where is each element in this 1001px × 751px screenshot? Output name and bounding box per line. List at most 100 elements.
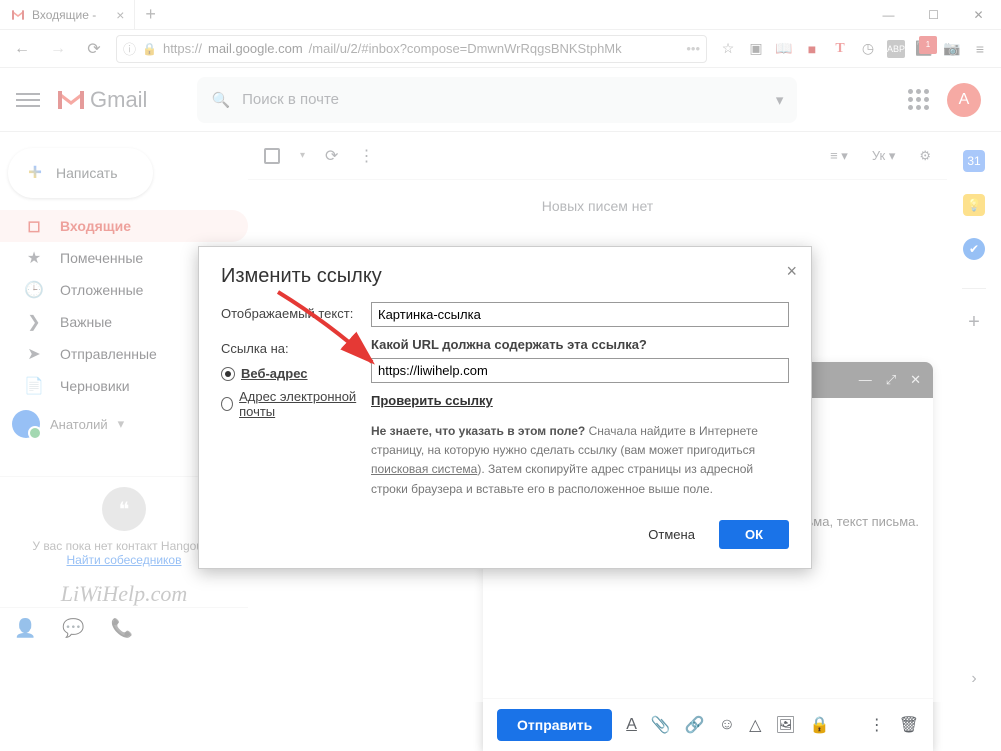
- radio-web[interactable]: Веб-адрес: [221, 366, 371, 381]
- no-mail-text: Новых писем нет: [248, 180, 947, 232]
- ext-icon-2[interactable]: 📖: [775, 40, 793, 58]
- gmail-logo-text: Gmail: [90, 87, 147, 113]
- radio-web-label: Веб-адрес: [241, 366, 308, 381]
- refresh-button[interactable]: ⟳: [325, 146, 338, 166]
- side-collapse-icon[interactable]: ›: [971, 670, 976, 688]
- compose-minimize-icon[interactable]: —: [859, 372, 872, 388]
- address-bar[interactable]: ⓘ 🔒 https://mail.google.com/mail/u/2/#in…: [116, 35, 707, 63]
- ext-icon-5[interactable]: ◷: [859, 40, 877, 58]
- hangouts-text: У вас пока нет контакт Hangouts.: [20, 539, 228, 553]
- url-bar: ← → ⟳ ⓘ 🔒 https://mail.google.com/mail/u…: [0, 30, 1001, 68]
- cancel-button[interactable]: Отмена: [638, 519, 705, 550]
- attach-icon[interactable]: 📎: [651, 715, 671, 735]
- inbox-icon: ◻: [24, 216, 44, 236]
- keep-icon[interactable]: 💡: [963, 194, 985, 216]
- side-divider: [962, 288, 986, 289]
- search-options-icon[interactable]: ▾: [776, 91, 784, 109]
- compose-close-icon[interactable]: ✕: [910, 372, 921, 388]
- lock2-icon[interactable]: 🔒: [810, 715, 830, 735]
- split-icon[interactable]: ≡ ▾: [830, 148, 848, 164]
- emoji-icon[interactable]: ☺: [719, 716, 735, 734]
- hint-link[interactable]: поисковая система: [371, 462, 477, 476]
- clock-icon: 🕒: [24, 280, 44, 300]
- folder-label: Важные: [60, 314, 112, 330]
- compose-expand-icon[interactable]: ⤢: [886, 372, 896, 388]
- compose-button[interactable]: + Написать: [8, 148, 153, 198]
- format-icon[interactable]: А: [626, 716, 637, 734]
- main-menu-button[interactable]: [16, 88, 40, 112]
- avatar-letter: А: [959, 91, 970, 109]
- select-caret-icon[interactable]: ▾: [300, 150, 305, 161]
- ext-icon-6[interactable]: ABP: [887, 40, 905, 58]
- radio-selected-icon: [221, 367, 235, 381]
- radio-email[interactable]: Адрес электронной почты: [221, 389, 371, 419]
- gmail-logo[interactable]: Gmail: [56, 87, 147, 113]
- star-icon[interactable]: ☆: [719, 40, 737, 58]
- close-window-button[interactable]: ✕: [956, 0, 1001, 30]
- compose-more-icon[interactable]: ⋮: [869, 715, 885, 735]
- search-box[interactable]: 🔍 Поиск в почте ▾: [197, 77, 797, 123]
- folder-inbox[interactable]: ◻ Входящие: [0, 210, 248, 242]
- watermark: LiWiHelp.com: [0, 581, 248, 607]
- compose-trash-icon[interactable]: 🗑: [899, 715, 919, 735]
- user-avatar[interactable]: А: [947, 83, 981, 117]
- hchat-icon[interactable]: 💬: [62, 618, 84, 639]
- ext-icon-8[interactable]: 📷: [943, 40, 961, 58]
- hangouts-link[interactable]: Найти собеседников: [67, 553, 182, 567]
- hperson-icon[interactable]: 👤: [14, 618, 36, 639]
- reload-button[interactable]: ⟳: [80, 35, 108, 63]
- calendar-icon[interactable]: 31: [963, 150, 985, 172]
- modal-close-button[interactable]: ×: [786, 261, 797, 282]
- browser-tab[interactable]: Входящие - ×: [0, 0, 135, 30]
- send-button[interactable]: Отправить: [497, 709, 612, 741]
- url-dots: •••: [686, 41, 700, 56]
- url-prefix: https://: [163, 41, 202, 56]
- new-tab-button[interactable]: +: [135, 4, 166, 25]
- hcall-icon[interactable]: 📞: [111, 618, 133, 639]
- ext-icon-7[interactable]: ⬛1: [915, 40, 933, 58]
- ext-icon-4[interactable]: T: [831, 40, 849, 58]
- tasks-icon[interactable]: ✔: [963, 238, 985, 260]
- radio-icon: [221, 397, 233, 411]
- folder-label: Входящие: [60, 218, 131, 234]
- compose-footer: Отправить А 📎 🔗 ☺ △ 🖼 🔒 ⋮ 🗑: [483, 698, 933, 751]
- importance-icon: ❯: [24, 312, 44, 332]
- display-text-input[interactable]: [371, 302, 789, 327]
- display-text-label: Отображаемый текст:: [221, 302, 371, 321]
- search-icon: 🔍: [211, 91, 230, 109]
- link-icon[interactable]: 🔗: [685, 715, 705, 735]
- ok-button[interactable]: ОК: [719, 520, 789, 549]
- ext-icon-1[interactable]: ▣: [747, 40, 765, 58]
- user-caret-icon: ▾: [118, 416, 125, 432]
- side-add-button[interactable]: +: [968, 311, 980, 334]
- lang-label[interactable]: Ук ▾: [872, 148, 896, 164]
- close-tab-icon[interactable]: ×: [116, 7, 124, 23]
- drive-icon[interactable]: △: [749, 715, 761, 735]
- photo-icon[interactable]: 🖼: [775, 715, 795, 735]
- more-button[interactable]: ⋮: [358, 146, 374, 166]
- star-icon: ★: [24, 248, 44, 268]
- menu-icon[interactable]: ≡: [971, 40, 989, 58]
- link-to-label: Ссылка на:: [221, 341, 371, 356]
- extension-icons: ☆ ▣ 📖 ■ T ◷ ABP ⬛1 📷 ≡: [715, 40, 993, 58]
- settings-icon[interactable]: ⚙: [919, 148, 931, 164]
- search-placeholder: Поиск в почте: [242, 91, 339, 108]
- url-host: mail.google.com: [208, 41, 303, 56]
- back-button[interactable]: ←: [8, 35, 36, 63]
- folder-label: Черновики: [60, 378, 130, 394]
- edit-link-modal: × Изменить ссылку Отображаемый текст: Сс…: [198, 246, 812, 569]
- maximize-button[interactable]: ☐: [911, 0, 956, 30]
- test-link[interactable]: Проверить ссылку: [371, 393, 493, 408]
- forward-button: →: [44, 35, 72, 63]
- url-input[interactable]: [371, 358, 789, 383]
- radio-email-label: Адрес электронной почты: [239, 389, 371, 419]
- url-question: Какой URL должна содержать эта ссылка?: [371, 337, 789, 352]
- select-all-checkbox[interactable]: [264, 148, 280, 164]
- hangouts-icon: ❝: [102, 487, 146, 531]
- minimize-button[interactable]: —: [866, 0, 911, 30]
- ext-icon-3[interactable]: ■: [803, 40, 821, 58]
- lock-icon: 🔒: [142, 42, 157, 56]
- send-label: Отправить: [517, 717, 592, 733]
- info-icon[interactable]: ⓘ: [123, 39, 136, 58]
- apps-launcher[interactable]: [908, 89, 929, 110]
